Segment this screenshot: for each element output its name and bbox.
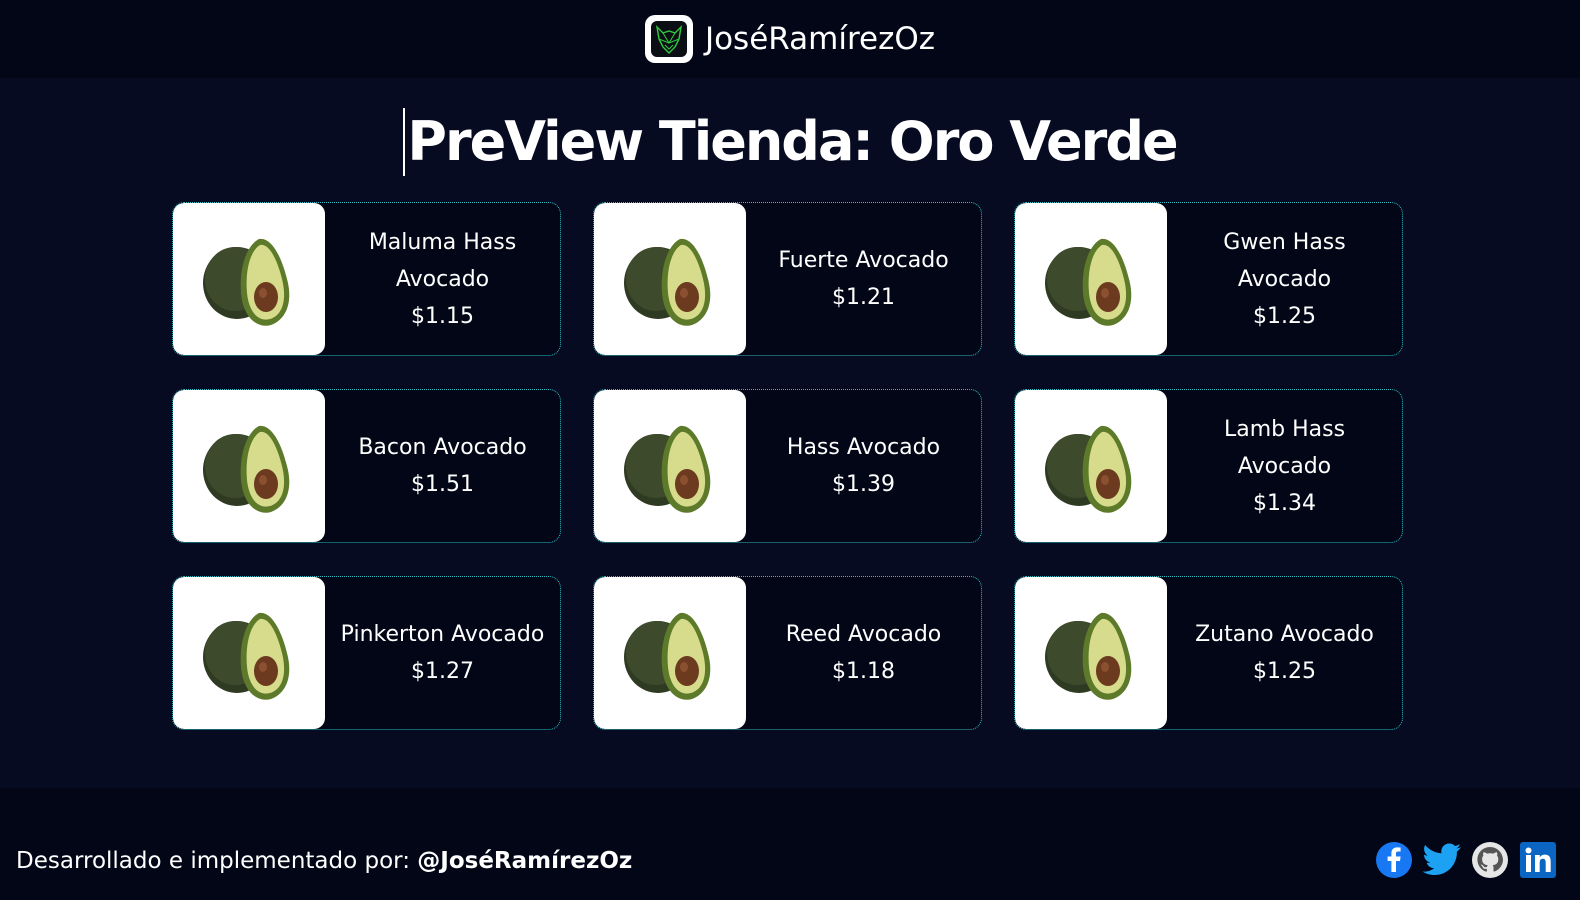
- product-name: Lamb Hass Avocado: [1223, 416, 1346, 479]
- product-price: $1.18: [832, 659, 895, 684]
- product-price: $1.25: [1253, 303, 1316, 329]
- product-grid: Maluma Hass Avocado $1.15 Fuerte Avocado $…: [172, 202, 1403, 730]
- avocado-image: [173, 577, 325, 729]
- product-card[interactable]: Lamb Hass Avocado $1.34: [1014, 389, 1403, 543]
- product-card[interactable]: Pinkerton Avocado $1.27: [172, 576, 561, 730]
- product-card[interactable]: Fuerte Avocado $1.21: [593, 202, 982, 356]
- product-card[interactable]: Gwen Hass Avocado $1.25: [1014, 202, 1403, 356]
- avocado-image: [594, 390, 746, 542]
- product-price: $1.15: [411, 303, 474, 329]
- avocado-image: [1015, 577, 1167, 729]
- product-price: $1.27: [411, 659, 474, 684]
- social-links: [1374, 840, 1558, 880]
- github-icon[interactable]: [1470, 840, 1510, 880]
- avocado-image: [173, 203, 325, 355]
- brand[interactable]: JoséRamírezOz: [644, 15, 936, 63]
- avocado-image: [173, 390, 325, 542]
- product-card[interactable]: Bacon Avocado $1.51: [172, 389, 561, 543]
- site-footer: [0, 788, 1580, 900]
- product-name: Zutano Avocado: [1195, 622, 1374, 647]
- product-name: Bacon Avocado: [358, 435, 527, 460]
- linkedin-icon[interactable]: [1518, 840, 1558, 880]
- footer-credit: Desarrollado e implementado por: @JoséRa…: [16, 848, 632, 874]
- product-price: $1.39: [832, 472, 895, 497]
- product-name: Maluma Hass Avocado: [368, 229, 517, 292]
- wolf-logo-icon: [644, 15, 693, 63]
- product-price: $1.25: [1253, 659, 1316, 684]
- product-name: Gwen Hass Avocado: [1223, 229, 1346, 292]
- product-card[interactable]: Hass Avocado $1.39: [593, 389, 982, 543]
- avocado-image: [594, 577, 746, 729]
- product-name: Pinkerton Avocado: [340, 622, 545, 647]
- facebook-icon[interactable]: [1374, 840, 1414, 880]
- product-price: $1.51: [411, 472, 474, 497]
- brand-name: JoséRamírezOz: [704, 21, 936, 57]
- avocado-image: [1015, 203, 1167, 355]
- product-card[interactable]: Zutano Avocado $1.25: [1014, 576, 1403, 730]
- product-name: Reed Avocado: [785, 622, 942, 647]
- twitter-icon[interactable]: [1422, 840, 1462, 880]
- product-name: Fuerte Avocado: [778, 248, 949, 273]
- page-title: PreView Tienda: Oro Verde: [403, 108, 1179, 176]
- product-price: $1.21: [832, 285, 895, 310]
- credit-handle[interactable]: @JoséRamírezOz: [417, 848, 632, 874]
- product-card[interactable]: Maluma Hass Avocado $1.15: [172, 202, 561, 356]
- product-name: Hass Avocado: [786, 435, 941, 460]
- product-price: $1.34: [1253, 490, 1316, 516]
- avocado-image: [1015, 390, 1167, 542]
- product-card[interactable]: Reed Avocado $1.18: [593, 576, 982, 730]
- site-header: JoséRamírezOz: [0, 0, 1580, 78]
- credit-prefix: Desarrollado e implementado por:: [16, 848, 418, 874]
- avocado-image: [594, 203, 746, 355]
- main-content: PreView Tienda: Oro Verde Maluma Hass Av…: [0, 78, 1580, 788]
